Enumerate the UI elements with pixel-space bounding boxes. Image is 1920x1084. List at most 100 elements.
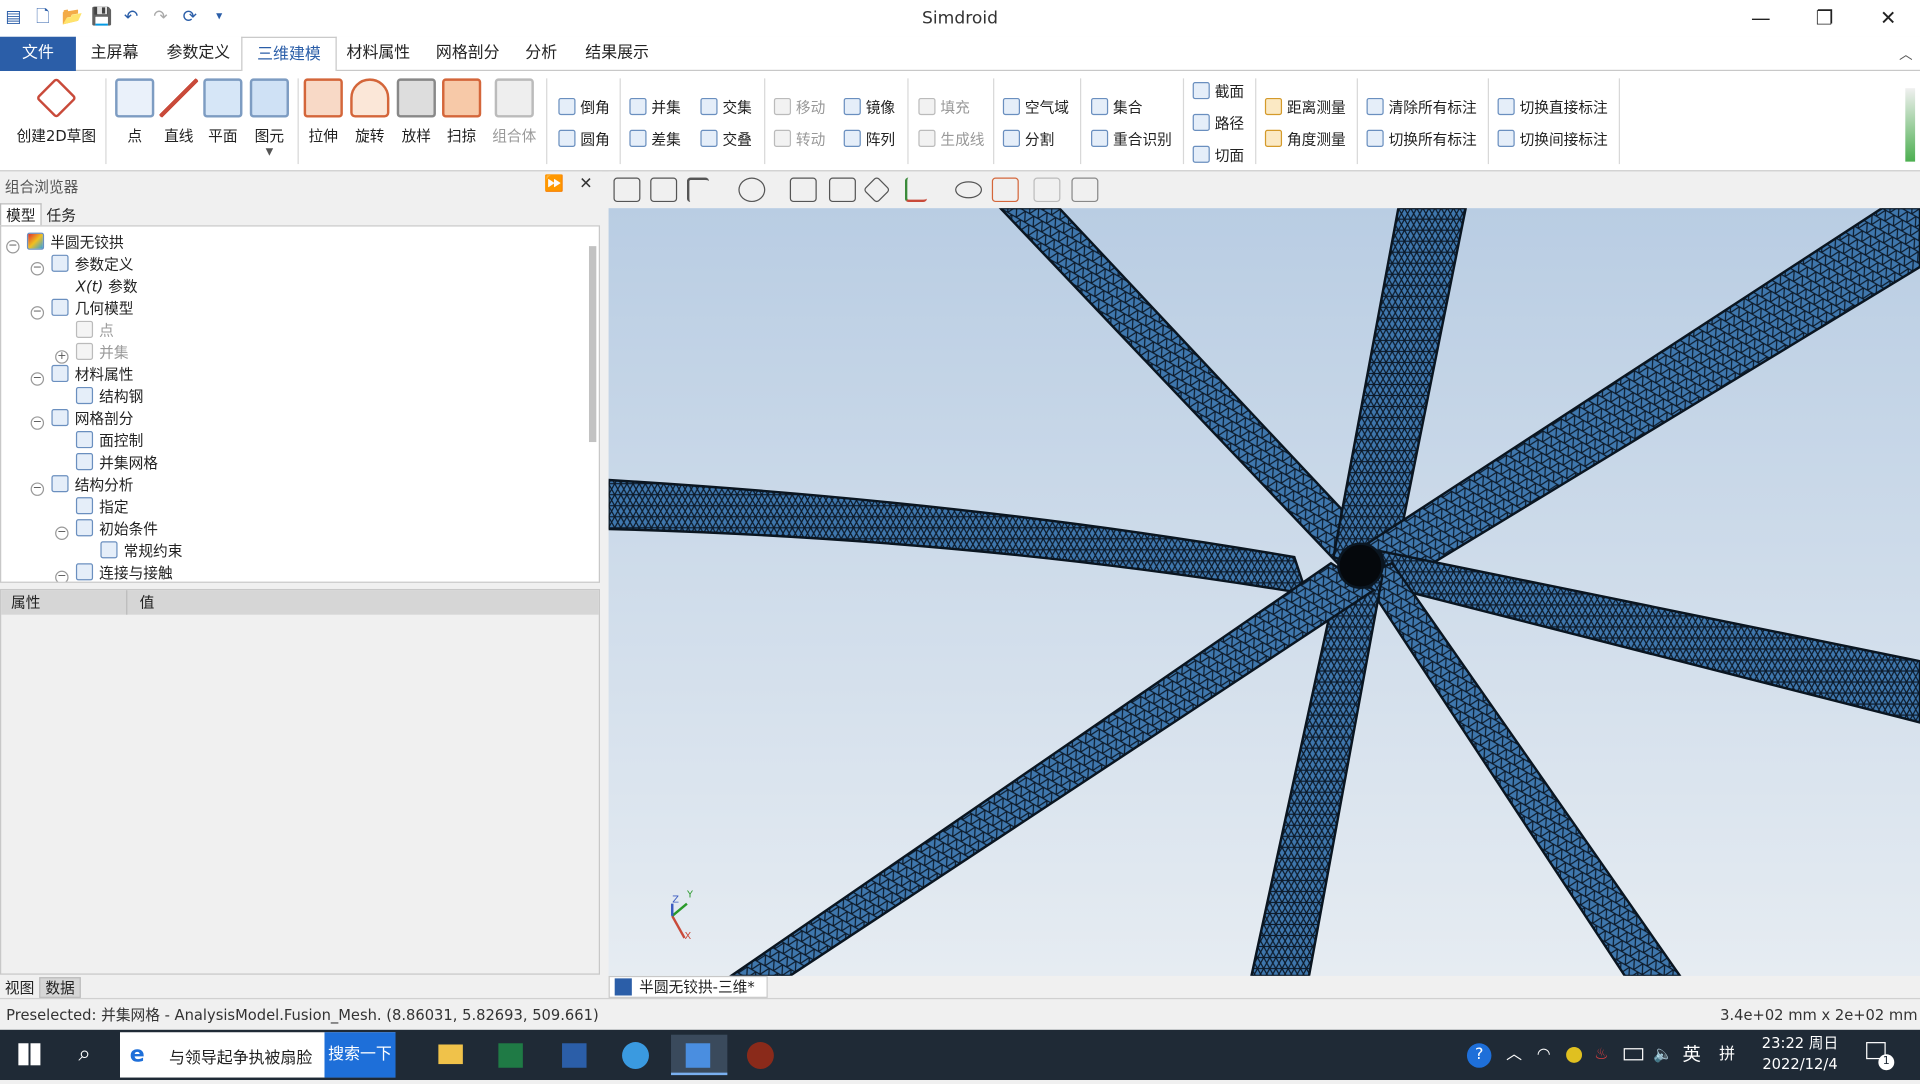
view-orientation-icon[interactable]: [904, 177, 927, 203]
word-icon[interactable]: [553, 1035, 595, 1075]
tab-data[interactable]: 数据: [39, 977, 81, 998]
cut-face-button[interactable]: 切面: [1192, 143, 1244, 167]
collapse-icon[interactable]: −: [30, 416, 45, 430]
search-icon[interactable]: ⌕: [78, 1041, 90, 1067]
section-view-icon[interactable]: [991, 177, 1019, 203]
fit-selection-icon[interactable]: [862, 175, 891, 204]
app-flame-icon[interactable]: [740, 1035, 782, 1075]
tree-item[interactable]: − 网格剖分: [30, 408, 133, 430]
tab-meshing[interactable]: 网格剖分: [421, 37, 514, 71]
compound-button[interactable]: 组合体: [490, 78, 539, 145]
document-tab[interactable]: 半圆无铰拱-三维*: [608, 975, 768, 998]
collapse-icon[interactable]: −: [30, 482, 45, 496]
tab-home[interactable]: 主屏幕: [76, 37, 153, 71]
search-submit-button[interactable]: 搜索一下: [324, 1032, 396, 1078]
tray-overflow-icon[interactable]: ︿: [1506, 1030, 1522, 1080]
app-s-icon[interactable]: [615, 1035, 657, 1075]
app-tray-icon[interactable]: [1566, 1046, 1583, 1063]
tab-results[interactable]: 结果展示: [571, 37, 664, 71]
windows-start-icon[interactable]: [18, 1043, 41, 1066]
primitive-button[interactable]: 图元 ▼: [245, 78, 294, 157]
union-button[interactable]: 并集: [629, 96, 681, 120]
tree-item[interactable]: 指定: [55, 496, 129, 518]
mirror-button[interactable]: 镜像: [843, 96, 895, 120]
battery-icon[interactable]: [1623, 1048, 1644, 1061]
primitive-dropdown-icon[interactable]: ▼: [245, 146, 294, 157]
file-explorer-icon[interactable]: [429, 1035, 471, 1075]
display-mode-icon[interactable]: [738, 177, 766, 203]
toggle-all-marks-button[interactable]: 切换所有标注: [1366, 127, 1477, 151]
tree-item[interactable]: X(t) 参数: [55, 276, 138, 298]
tree-item[interactable]: − 几何模型: [30, 298, 133, 320]
tree-item[interactable]: 点: [55, 320, 114, 342]
tree-item[interactable]: − 结构分析: [30, 474, 133, 496]
toggle-indirect-marks-button[interactable]: 切换间接标注: [1497, 127, 1608, 151]
simdroid-taskbar-icon[interactable]: [671, 1034, 728, 1076]
tab-parameters[interactable]: 参数定义: [152, 37, 245, 71]
close-panel-icon[interactable]: ✕: [579, 175, 592, 193]
tab-task[interactable]: 任务: [42, 204, 81, 226]
restore-button[interactable]: ❐: [1793, 0, 1857, 37]
air-domain-button[interactable]: 空气域: [1002, 96, 1069, 120]
expand-icon[interactable]: +: [55, 350, 69, 364]
overlap-button[interactable]: 交叠: [700, 127, 752, 151]
difference-button[interactable]: 差集: [629, 127, 681, 151]
tray-app-icon-2[interactable]: ♨: [1594, 1030, 1608, 1080]
array-button[interactable]: 阵列: [843, 127, 895, 151]
create-2d-sketch-button[interactable]: 创建2D草图: [12, 77, 100, 145]
distance-measure-button[interactable]: 距离测量: [1264, 96, 1346, 120]
clock[interactable]: 23:22 周日 2022/12/4: [1761, 1033, 1839, 1083]
tab-3d-modeling[interactable]: 三维建模: [241, 36, 337, 73]
fit-all-icon[interactable]: [828, 177, 856, 203]
rotate-button[interactable]: 转动: [773, 127, 825, 151]
close-button[interactable]: ✕: [1856, 0, 1920, 37]
intersect-button[interactable]: 交集: [700, 96, 752, 120]
mesh-model[interactable]: [608, 208, 1920, 976]
taskbar-search-box[interactable]: e 与领导起争执被扇脸 搜索一下: [120, 1032, 396, 1078]
tree-item[interactable]: − 半圆无铰拱: [6, 231, 124, 254]
collapse-icon[interactable]: −: [30, 262, 45, 276]
clear-all-marks-button[interactable]: 清除所有标注: [1366, 96, 1477, 120]
ime-mode[interactable]: 拼: [1719, 1030, 1735, 1080]
box-view-icon[interactable]: [1071, 177, 1099, 203]
tree-item[interactable]: 常规约束: [80, 540, 182, 562]
camera-icon[interactable]: [613, 177, 641, 203]
tree-item[interactable]: − 初始条件: [55, 518, 158, 541]
fillet-button[interactable]: 圆角: [558, 127, 610, 151]
tree-scrollbar[interactable]: [588, 231, 597, 574]
loft-button[interactable]: 放样: [392, 78, 441, 145]
angle-measure-button[interactable]: 角度测量: [1264, 127, 1346, 151]
extrude-button[interactable]: 拉伸: [299, 78, 348, 145]
section-button[interactable]: 截面: [1192, 80, 1244, 104]
sweep-button[interactable]: 扫掠: [437, 78, 486, 145]
collapse-ribbon-icon[interactable]: ︿: [1899, 44, 1912, 64]
collection-button[interactable]: 集合: [1091, 96, 1142, 120]
overlap-detect-button[interactable]: 重合识别: [1091, 127, 1172, 151]
line-button[interactable]: 直线: [154, 78, 203, 145]
tab-view[interactable]: 视图: [0, 978, 39, 999]
file-menu[interactable]: 文件: [0, 36, 76, 72]
ime-language[interactable]: 英: [1682, 1030, 1700, 1080]
tree-item[interactable]: 结构钢: [55, 386, 143, 408]
3d-viewport[interactable]: Z Y X: [608, 208, 1920, 976]
move-button[interactable]: 移动: [773, 96, 825, 120]
help-icon[interactable]: ?: [1466, 1043, 1492, 1068]
chamfer-button[interactable]: 倒角: [558, 96, 610, 120]
dock-panel-icon[interactable]: ⏩: [544, 175, 564, 193]
split-button[interactable]: 分割: [1002, 127, 1054, 151]
tree-item[interactable]: − 参数定义: [30, 253, 133, 276]
notification-center-icon[interactable]: 1: [1866, 1042, 1895, 1071]
tree-item[interactable]: + 并集: [55, 342, 129, 364]
toggle-direct-marks-button[interactable]: 切换直接标注: [1497, 96, 1608, 120]
point-button[interactable]: 点: [110, 78, 159, 145]
revolve-button[interactable]: 旋转: [345, 78, 394, 145]
visibility-eye-icon[interactable]: [955, 181, 983, 199]
tab-analysis[interactable]: 分析: [511, 37, 572, 71]
plane-button[interactable]: 平面: [198, 78, 247, 145]
tree-scroll-thumb[interactable]: [588, 246, 597, 443]
transparent-icon[interactable]: [1033, 177, 1061, 203]
volume-icon[interactable]: 🔈: [1653, 1030, 1673, 1080]
tree-item[interactable]: − 连接与接触: [55, 562, 173, 582]
axis-view-icon[interactable]: [686, 177, 709, 203]
collapse-icon[interactable]: −: [6, 240, 20, 254]
